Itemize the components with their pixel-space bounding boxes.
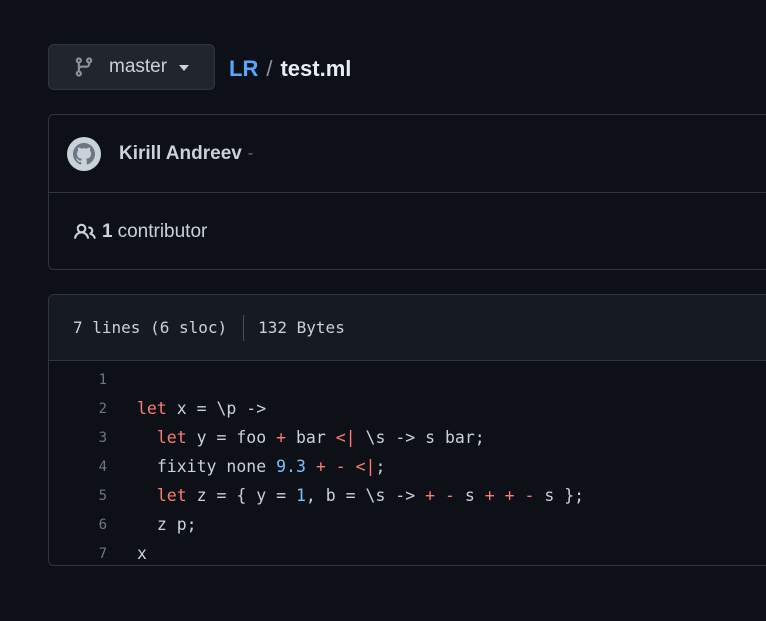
text-token: ;: [375, 457, 386, 476]
code-text: let z = { y = 1, b = \s -> + - s + + - s…: [137, 486, 584, 505]
text-token: x = \p ->: [166, 399, 267, 418]
text-token: x: [137, 544, 147, 563]
code-text: let y = foo + bar <| \s -> s bar;: [137, 428, 485, 447]
contributors-row[interactable]: 1 contributor: [49, 193, 766, 270]
breadcrumb: LR / test.ml: [229, 56, 351, 82]
keyword-token: -: [524, 486, 535, 505]
keyword-token: let: [156, 486, 187, 505]
number-token: 1: [295, 486, 306, 505]
text-token: \s -> s bar;: [355, 428, 485, 447]
code-text: x: [137, 544, 147, 563]
text-token: s };: [534, 486, 585, 505]
file-line-count: 7 lines (6 sloc): [73, 318, 228, 337]
code-text: let x = \p ->: [137, 399, 266, 418]
github-avatar-icon[interactable]: [67, 136, 101, 171]
code-line: 2 let x = \p ->: [49, 394, 766, 423]
file-info-divider: [243, 314, 245, 341]
file-viewer: 7 lines (6 sloc) 132 Bytes 1 2 let x = \p …: [48, 294, 766, 566]
text-token: fixity none: [137, 457, 277, 476]
code-line: 7x: [49, 539, 766, 565]
breadcrumb-separator: /: [266, 56, 273, 81]
branch-label: master: [109, 56, 168, 77]
code-view: 1 2 let x = \p -> 3 let y = foo + bar <| \s…: [49, 361, 766, 565]
people-icon: [73, 221, 97, 243]
text-token: s: [454, 486, 485, 505]
line-number[interactable]: 5: [49, 488, 137, 504]
number-token: 9.3: [276, 457, 306, 476]
keyword-token: -: [335, 457, 346, 476]
text-token: z = { y =: [186, 486, 296, 505]
keyword-token: +: [315, 457, 326, 476]
code-line: 1: [49, 365, 766, 394]
keyword-token: +: [425, 486, 436, 505]
text-token: , b = \s ->: [305, 486, 426, 505]
keyword-token: <|: [355, 457, 376, 476]
line-number[interactable]: 1: [49, 372, 137, 388]
line-number[interactable]: 6: [49, 517, 137, 533]
keyword-token: -: [445, 486, 455, 505]
keyword-token: +: [504, 486, 515, 505]
commit-author[interactable]: Kirill Andreev: [119, 143, 242, 165]
code-line: 3 let y = foo + bar <| \s -> s bar;: [49, 423, 766, 452]
file-info-bar: 7 lines (6 sloc) 132 Bytes: [49, 295, 766, 361]
code-text: z p;: [137, 515, 197, 534]
contributor-label: contributor: [117, 220, 208, 242]
text-token: y = foo: [186, 428, 277, 447]
git-branch-icon: [73, 56, 95, 78]
keyword-token: let: [137, 399, 167, 418]
branch-select-button[interactable]: master: [48, 44, 215, 90]
keyword-token: let: [156, 428, 187, 447]
code-line: 5 let z = { y = 1, b = \s -> + - s + + -…: [49, 481, 766, 510]
repo-link[interactable]: LR: [229, 56, 258, 82]
code-line: 4 fixity none 9.3 + - <|;: [49, 452, 766, 481]
latest-commit-row: Kirill Andreev -: [49, 115, 766, 193]
keyword-token: +: [276, 428, 287, 447]
keyword-token: <|: [335, 428, 356, 447]
line-number[interactable]: 3: [49, 430, 137, 446]
text-token: bar: [286, 428, 336, 447]
text-token: z p;: [137, 515, 197, 534]
code-line: 6 z p;: [49, 510, 766, 539]
line-number[interactable]: 2: [49, 401, 137, 417]
code-text: fixity none 9.3 + - <|;: [137, 457, 386, 476]
line-number[interactable]: 4: [49, 459, 137, 475]
commit-dash: -: [247, 144, 254, 162]
contributor-count: 1: [102, 220, 113, 242]
chevron-down-icon: [179, 65, 190, 71]
file-size: 132 Bytes: [258, 318, 345, 337]
line-number[interactable]: 7: [49, 546, 137, 562]
commit-box: Kirill Andreev - 1 contributor: [48, 114, 766, 270]
file-name: test.ml: [280, 56, 352, 81]
keyword-token: +: [484, 486, 495, 505]
